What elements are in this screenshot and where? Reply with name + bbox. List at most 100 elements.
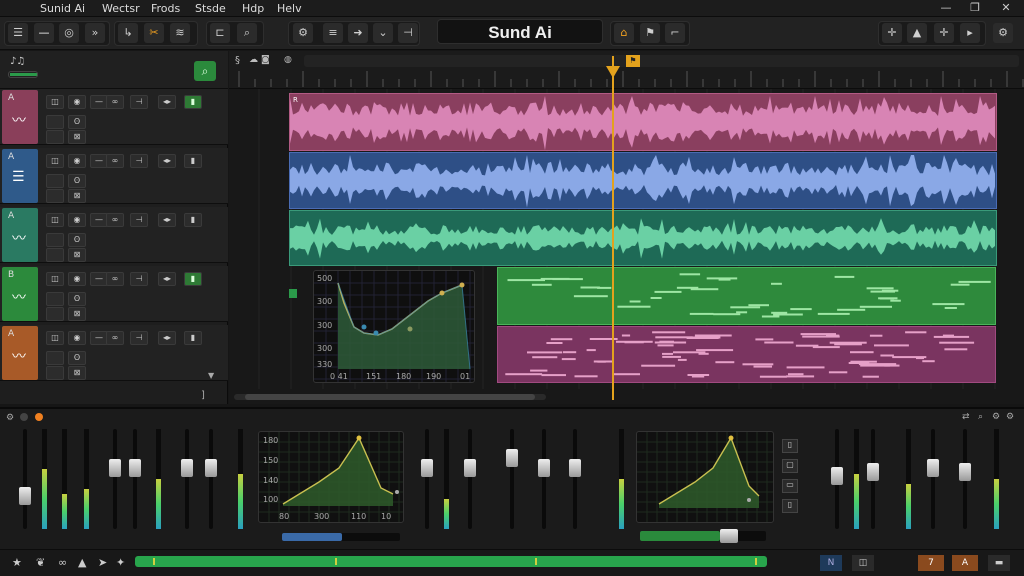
track-settings-icon[interactable]: ◫ xyxy=(46,331,64,345)
bottom-btn-5[interactable]: ▬ xyxy=(988,555,1010,571)
track-header[interactable]: B 〰 ◫ ◉ — ∞ ⊣ ◂▸ ▮ ʘ ⊠ xyxy=(0,266,228,322)
flag-icon[interactable]: ⚑ xyxy=(640,23,660,43)
fader-handle[interactable] xyxy=(831,467,843,485)
mixer-side-btn-4[interactable]: ▯ xyxy=(782,499,798,513)
track-monitor-icon[interactable]: ◉ xyxy=(68,213,86,227)
automation-point[interactable] xyxy=(289,289,297,298)
track-nudge-icon[interactable]: ◂▸ xyxy=(158,213,176,227)
mixer-channel[interactable] xyxy=(830,429,844,539)
track-freeze-icon[interactable]: ⊠ xyxy=(68,248,86,262)
mixer-channel[interactable] xyxy=(926,429,940,539)
track-pan-icon[interactable]: ⊣ xyxy=(130,213,148,227)
mixer-icon[interactable]: ⚙ xyxy=(293,23,313,43)
mixer-record-dot[interactable] xyxy=(35,413,43,421)
track-arm-icon[interactable]: ▮ xyxy=(184,272,202,286)
track-arm-icon[interactable]: ▮ xyxy=(184,95,202,109)
mixer-channel[interactable] xyxy=(902,429,916,539)
camera-icon[interactable]: ◙ xyxy=(261,55,270,65)
track-monitor-icon[interactable]: ◉ xyxy=(68,272,86,286)
fader-handle[interactable] xyxy=(19,487,31,505)
corner-icon[interactable]: ⌐ xyxy=(665,23,685,43)
menu-lines-icon[interactable]: ☰ xyxy=(8,23,28,43)
mixer-swap-icon[interactable]: ⇄ xyxy=(962,412,970,422)
leaf-icon[interactable]: ❦ xyxy=(36,556,45,569)
up-icon[interactable]: ▲ xyxy=(907,23,927,43)
fast-forward-icon[interactable]: » xyxy=(85,23,105,43)
track-pan-icon[interactable]: ⊣ xyxy=(130,272,148,286)
scrollbar-thumb[interactable] xyxy=(245,394,535,400)
mixer-channel[interactable] xyxy=(58,429,72,539)
fader-handle[interactable] xyxy=(421,459,433,477)
fader-handle[interactable] xyxy=(959,463,971,481)
mixer-channel[interactable] xyxy=(180,429,194,539)
bottom-btn-4[interactable]: A xyxy=(952,555,978,571)
scroll-down-icon[interactable]: ▼ xyxy=(208,371,214,380)
home-icon[interactable]: ⌂ xyxy=(614,23,634,43)
track-header[interactable]: A ☰ ◫ ◉ — ∞ ⊣ ◂▸ ▮ ʘ ⊠ xyxy=(0,148,228,204)
audio-region-2[interactable] xyxy=(289,152,997,209)
midi-region-pink[interactable] xyxy=(497,326,996,383)
mixer-channel[interactable] xyxy=(80,429,94,539)
fader-handle[interactable] xyxy=(109,459,121,477)
track-link-icon[interactable]: ∞ xyxy=(106,213,124,227)
arrow-up-icon[interactable]: ▲ xyxy=(78,556,86,569)
track-empty-slot[interactable] xyxy=(46,366,64,380)
dash-icon[interactable]: — xyxy=(34,23,54,43)
track-link-icon[interactable]: ∞ xyxy=(106,95,124,109)
mixer-eq-right[interactable] xyxy=(636,431,774,523)
track-arm-icon[interactable]: ▮ xyxy=(184,154,202,168)
zoom-icon[interactable]: ⌕ xyxy=(237,23,257,43)
track-empty-slot[interactable] xyxy=(46,292,64,306)
marker-icon[interactable]: ⊣ xyxy=(398,23,418,43)
mixer-channel[interactable] xyxy=(537,429,551,539)
track-header[interactable]: A 〰 ◫ ◉ — ∞ ⊣ ◂▸ ▮ ʘ ⊠ xyxy=(0,325,228,381)
track-link-icon[interactable]: ∞ xyxy=(106,331,124,345)
star-icon[interactable]: ★ xyxy=(12,556,22,569)
mixer-eq-left[interactable]: 180 150 140 100 80 300 110 10 xyxy=(258,431,404,523)
settings-icon[interactable]: ⚙ xyxy=(993,23,1013,43)
menu-stsde[interactable]: Stsde xyxy=(195,2,226,15)
track-empty-slot[interactable] xyxy=(46,130,64,144)
menu-frods[interactable]: Frods xyxy=(151,2,180,15)
mixer-channel[interactable] xyxy=(866,429,880,539)
track-empty-slot[interactable] xyxy=(46,174,64,188)
track-settings-icon[interactable]: ◫ xyxy=(46,154,64,168)
mixer-channel[interactable] xyxy=(505,429,519,539)
right-icon[interactable]: ▸ xyxy=(960,23,980,43)
track-link-icon[interactable]: ∞ xyxy=(106,154,124,168)
mixer-channel[interactable] xyxy=(204,429,218,539)
track-empty-slot[interactable] xyxy=(46,351,64,365)
mixer-dot-icon[interactable] xyxy=(20,413,28,421)
loop-icon[interactable]: ◍ xyxy=(284,55,292,65)
bottom-btn-3[interactable]: 7 xyxy=(918,555,944,571)
menu-app[interactable]: Sunid Ai xyxy=(40,2,85,15)
minimize-icon[interactable]: — xyxy=(938,1,954,15)
mixer-channel[interactable] xyxy=(152,429,166,539)
loop-range-bar[interactable] xyxy=(304,55,1019,67)
menu-hdp[interactable]: Hdp xyxy=(242,2,264,15)
list-icon[interactable]: ≡ xyxy=(323,23,343,43)
link-icon[interactable]: ∞ xyxy=(58,556,67,569)
track-arm-icon[interactable]: ▮ xyxy=(184,213,202,227)
close-icon[interactable]: ✕ xyxy=(998,1,1014,15)
track-monitor-icon[interactable]: ◉ xyxy=(68,154,86,168)
gear-icon[interactable]: ⚙ xyxy=(6,413,14,423)
eq-popup[interactable]: 500 300 300 300 330 0 41 151 180 190 01 xyxy=(313,270,475,383)
track-nudge-icon[interactable]: ◂▸ xyxy=(158,331,176,345)
bottom-btn-1[interactable]: N xyxy=(820,555,842,571)
mixer-channel[interactable] xyxy=(108,429,122,539)
track-color-strip[interactable]: A ☰ xyxy=(2,149,38,203)
mixer-channel[interactable] xyxy=(958,429,972,539)
expand-icon[interactable]: ✛ xyxy=(934,23,954,43)
track-empty-slot[interactable] xyxy=(46,233,64,247)
track-settings-icon[interactable]: ◫ xyxy=(46,272,64,286)
track-empty-slot[interactable] xyxy=(46,189,64,203)
fader-handle[interactable] xyxy=(867,463,879,481)
fader-handle[interactable] xyxy=(205,459,217,477)
track-record-icon[interactable]: ʘ xyxy=(68,174,86,188)
track-record-icon[interactable]: ʘ xyxy=(68,233,86,247)
mixer-channel[interactable] xyxy=(615,429,629,539)
snap-s-icon[interactable]: § xyxy=(235,55,240,66)
track-freeze-icon[interactable]: ⊠ xyxy=(68,189,86,203)
mixer-side-btn-2[interactable]: ▢ xyxy=(782,459,798,473)
